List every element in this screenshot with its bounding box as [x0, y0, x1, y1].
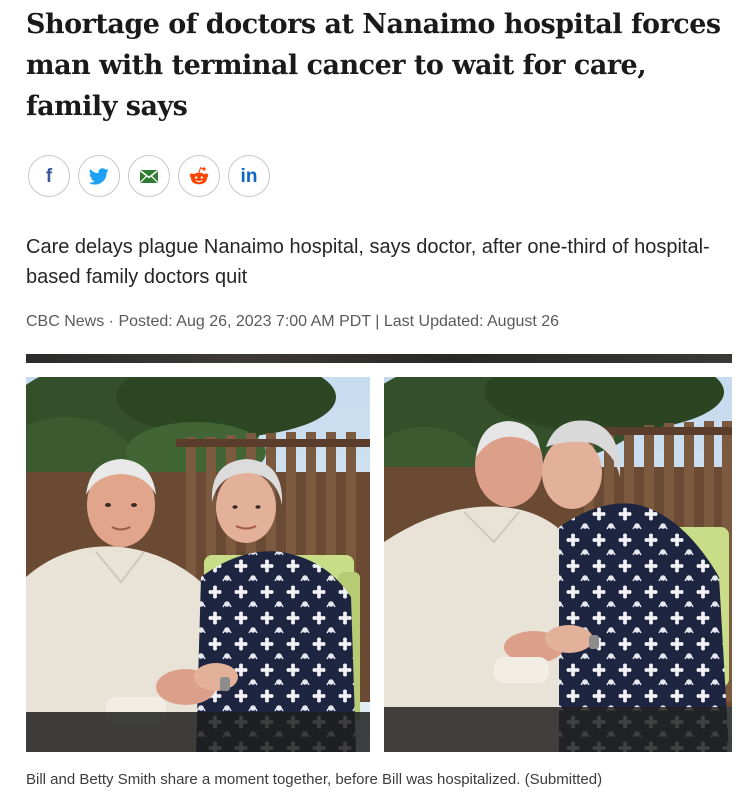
email-icon [140, 169, 158, 183]
linkedin-icon: in [240, 165, 258, 187]
photo-top-strip [26, 354, 732, 363]
reddit-icon [189, 167, 209, 185]
share-twitter-button[interactable] [78, 155, 120, 197]
facebook-icon: f [45, 165, 53, 187]
headline: Shortage of doctors at Nanaimo hospital … [26, 9, 721, 122]
photo-couple-sitting [26, 377, 370, 752]
share-linkedin-button[interactable]: in [228, 155, 270, 197]
twitter-icon [89, 167, 109, 184]
byline: CBC News · Posted: Aug 26, 2023 7:00 AM … [26, 313, 560, 330]
share-bar: f in [28, 155, 270, 197]
photo-caption: Bill and Betty Smith share a moment toge… [26, 771, 603, 788]
share-reddit-button[interactable] [178, 155, 220, 197]
photo-couple-kissing [384, 377, 732, 752]
share-facebook-button[interactable]: f [28, 155, 70, 197]
article-deck: Care delays plague Nanaimo hospital, say… [26, 236, 710, 288]
share-email-button[interactable] [128, 155, 170, 197]
